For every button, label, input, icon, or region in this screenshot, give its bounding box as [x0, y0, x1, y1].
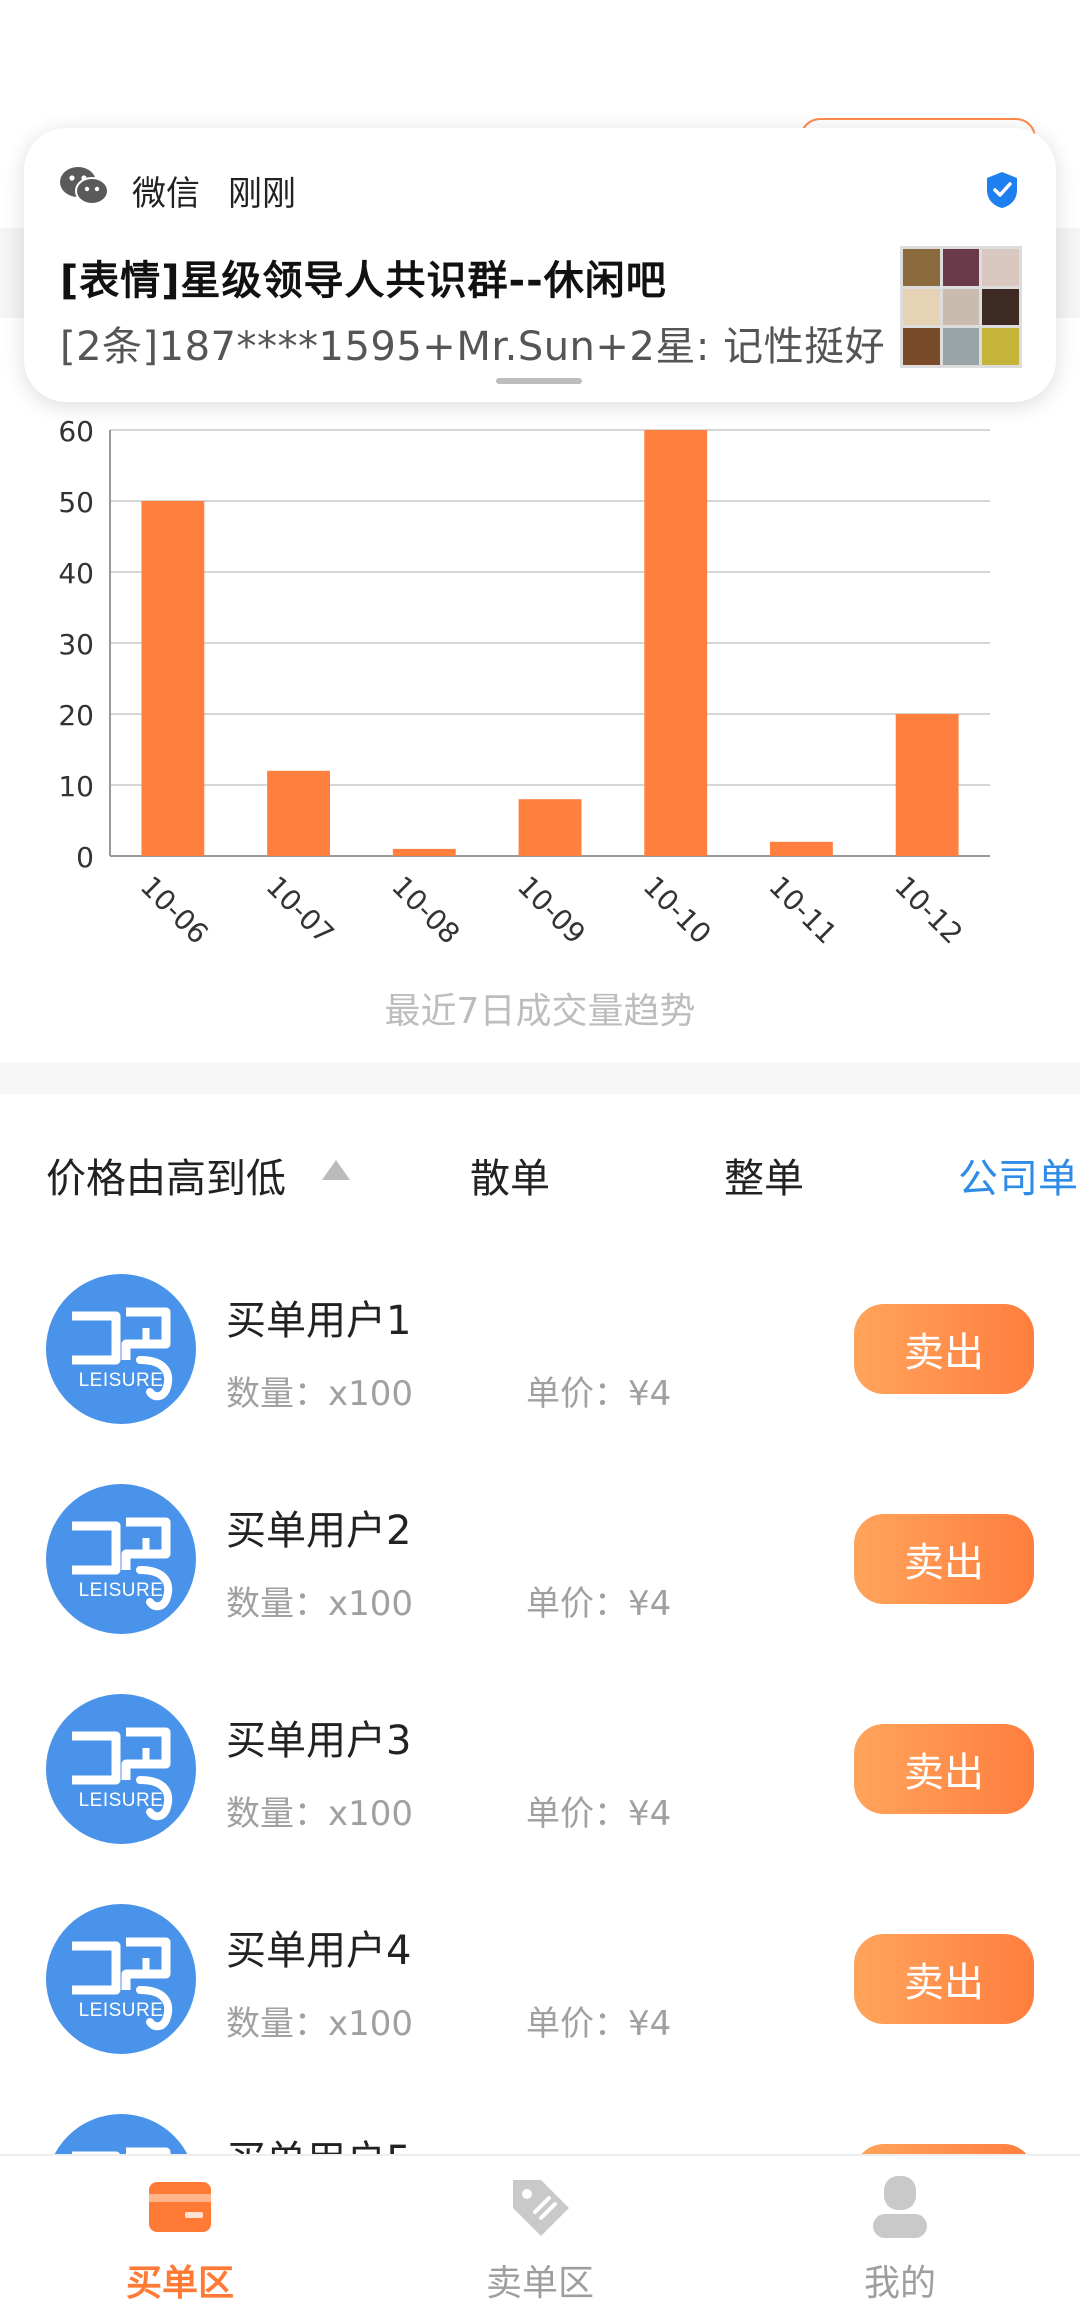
leisure-logo-icon: [72, 1937, 173, 2031]
section-divider: [0, 1062, 1080, 1094]
avatar-text: LEISURE: [78, 1370, 164, 1391]
bar-10-06: [141, 501, 205, 856]
leisure-logo-icon: [72, 1307, 173, 1401]
sort-price-desc[interactable]: 价格由高到低: [46, 1146, 286, 1204]
bar-10-07: [267, 770, 330, 856]
bar-10-10: [644, 430, 708, 856]
buyer-unit-price: 单价：¥4: [526, 1584, 672, 1624]
wechat-icon: [60, 167, 109, 205]
x-tick-label: 10-11: [762, 870, 843, 951]
buyer-quantity: 数量：x100: [226, 1584, 414, 1624]
avatar-text: LEISURE: [78, 2000, 164, 2021]
sell-button[interactable]: 卖出: [854, 1514, 1034, 1604]
buyer-name: 买单用户2: [226, 1508, 412, 1554]
bottom-navigation: 买单区 卖单区 我的: [0, 2154, 1080, 2310]
filter-san[interactable]: 散单: [470, 1146, 550, 1204]
buyer-quantity: 数量：x100: [226, 1794, 414, 1834]
filter-bar: 价格由高到低 散单 整单 公司单: [0, 1134, 1080, 1214]
nav-buy-zone[interactable]: 买单区: [0, 2156, 360, 2310]
card-icon: [149, 2182, 211, 2232]
user-icon: [873, 2176, 927, 2238]
volume-bar-chart: 0 10 20 30 40 50 60 10-06 10-07 10-08 10-09 10-10 10…: [58, 415, 990, 951]
bar-10-08: [392, 848, 456, 856]
buyer-name: 买单用户3: [226, 1718, 412, 1764]
sort-arrow-up-icon[interactable]: [322, 1160, 350, 1180]
buyer-unit-price: 单价：¥4: [526, 1374, 672, 1414]
x-tick-label: 10-06: [134, 870, 215, 951]
buyer-unit-price: 单价：¥4: [526, 2004, 672, 2044]
buyer-unit-price: 单价：¥4: [526, 1794, 672, 1834]
bar-10-09: [518, 799, 582, 856]
leisure-avatar: LEISURE: [46, 1694, 196, 1844]
sell-button[interactable]: 卖出: [854, 1934, 1034, 2024]
notification-title: [表情]星级领导人共识群--休闲吧: [60, 258, 667, 304]
x-tick-label: 10-09: [511, 870, 592, 951]
y-tick-label: 50: [58, 486, 94, 519]
list-item: LEISURE 买单用户2 数量：x100 单价：¥4 卖出: [0, 1472, 1080, 1682]
wechat-notification[interactable]: 微信 刚刚 [表情]星级领导人共识群--休闲吧 [2条]187****1595+…: [24, 128, 1056, 402]
verified-shield-icon: [987, 172, 1017, 208]
x-tick-label: 10-07: [260, 870, 341, 951]
filter-zheng[interactable]: 整单: [724, 1146, 804, 1204]
leisure-logo-icon: [72, 1727, 173, 1821]
notification-app-name: 微信: [132, 174, 200, 214]
nav-mine[interactable]: 我的: [720, 2156, 1080, 2310]
volume-chart: 0 10 20 30 40 50 60 10-06 10-07 10-08 10-09 10-10 10…: [0, 380, 1080, 1060]
sell-button[interactable]: 卖出: [854, 1724, 1034, 1814]
buyer-name: 买单用户4: [226, 1928, 412, 1974]
x-tick-label: 10-10: [637, 870, 718, 951]
list-item: LEISURE 买单用户4 数量：x100 单价：¥4 卖出: [0, 1892, 1080, 2102]
y-tick-label: 10: [58, 770, 94, 803]
bar-10-12: [895, 714, 959, 856]
leisure-avatar: LEISURE: [46, 1904, 196, 2054]
y-tick-label: 40: [58, 557, 94, 590]
filter-company[interactable]: 公司单: [958, 1146, 1078, 1204]
tag-icon: [513, 2180, 569, 2236]
notification-body: [2条]187****1595+Mr.Sun+2星: 记性挺好: [60, 324, 886, 370]
chart-caption: 最近7日成交量趋势: [384, 991, 696, 1032]
y-tick-label: 60: [58, 415, 94, 448]
list-item: LEISURE 买单用户3 数量：x100 单价：¥4 卖出: [0, 1682, 1080, 1892]
nav-mine-label: 我的: [863, 2263, 936, 2304]
buyer-quantity: 数量：x100: [226, 2004, 414, 2044]
y-tick-label: 20: [58, 699, 94, 732]
list-item: LEISURE 买单用户1 数量：x100 单价：¥4 卖出: [0, 1262, 1080, 1472]
x-tick-label: 10-12: [888, 870, 969, 951]
notification-time: 刚刚: [228, 174, 296, 214]
y-tick-label: 0: [76, 841, 94, 874]
leisure-avatar: LEISURE: [46, 1274, 196, 1424]
sell-button[interactable]: 卖出: [854, 1304, 1034, 1394]
nav-sell-zone[interactable]: 卖单区: [360, 2156, 720, 2310]
bar-10-11: [770, 841, 833, 856]
nav-buy-label: 买单区: [125, 2263, 234, 2304]
group-avatar-thumbnail: [900, 246, 1022, 368]
notification-drag-handle[interactable]: [496, 378, 582, 384]
buyer-quantity: 数量：x100: [226, 1374, 414, 1414]
x-tick-label: 10-08: [385, 870, 466, 951]
avatar-text: LEISURE: [78, 1580, 164, 1601]
leisure-logo-icon: [72, 1517, 173, 1611]
buyer-name: 买单用户1: [226, 1298, 412, 1344]
leisure-avatar: LEISURE: [46, 1484, 196, 1634]
y-tick-label: 30: [58, 628, 94, 661]
nav-sell-label: 卖单区: [485, 2263, 594, 2304]
avatar-text: LEISURE: [78, 1790, 164, 1811]
